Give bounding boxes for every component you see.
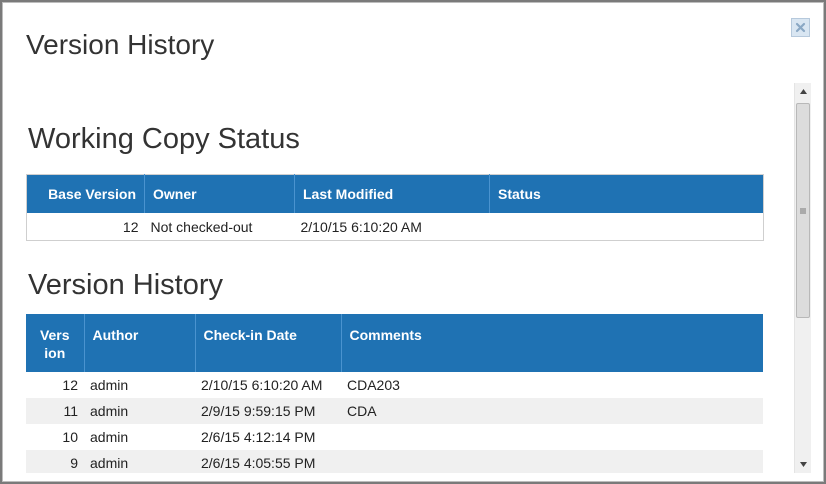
table-row[interactable]: 12 Not checked-out 2/10/15 6:10:20 AM — [27, 213, 764, 241]
close-button[interactable] — [791, 18, 810, 37]
cell-base-version: 12 — [122, 218, 139, 235]
arrow-down-icon — [800, 462, 807, 467]
working-copy-table: Base Version Owner Last Modified Status … — [26, 174, 764, 241]
vertical-scrollbar[interactable] — [794, 83, 811, 473]
cell-version: 9 — [26, 450, 84, 473]
scroll-up-button[interactable] — [795, 83, 812, 100]
arrow-up-icon — [800, 89, 807, 94]
working-copy-title: Working Copy Status — [28, 123, 300, 155]
column-header-check-in-date[interactable]: Check-in Date — [194, 314, 341, 372]
column-header-comments[interactable]: Comments — [340, 314, 763, 372]
table-header-row: Version Author Check-in Date Comments — [26, 314, 763, 372]
close-icon — [795, 22, 806, 33]
column-header-version[interactable]: Version — [26, 314, 84, 372]
dialog-content[interactable]: Working Copy Status Base Version Owner L… — [3, 83, 789, 473]
version-history-dialog: Version History Working Copy Status Base… — [2, 2, 824, 482]
column-header-status[interactable]: Status — [489, 174, 764, 213]
scroll-down-button[interactable] — [795, 456, 812, 473]
table-row[interactable]: 11 admin 2/9/15 9:59:15 PM CDA — [26, 398, 763, 424]
grip-icon — [800, 208, 806, 213]
cell-version: 10 — [62, 429, 78, 445]
column-header-base-version[interactable]: Base Version — [26, 174, 145, 213]
version-history-table: Version Author Check-in Date Comments 12… — [26, 314, 763, 473]
cell-author: admin — [90, 429, 129, 445]
cell-comments: CDA203 — [347, 377, 400, 393]
table-row[interactable]: 9 admin 2/6/15 4:05:55 PM — [26, 450, 763, 473]
column-header-last-modified[interactable]: Last Modified — [294, 174, 490, 213]
cell-version: 12 — [62, 377, 78, 393]
cell-owner: Not checked-out — [150, 218, 253, 235]
table-row[interactable]: 12 admin 2/10/15 6:10:20 AM CDA203 — [26, 372, 763, 398]
cell-comments: CDA — [341, 398, 763, 424]
table-row[interactable]: 10 admin 2/6/15 4:12:14 PM — [26, 424, 763, 450]
column-header-version-label: Version — [39, 327, 70, 361]
cell-check-in-date: 2/10/15 6:10:20 AM — [201, 377, 323, 393]
scroll-thumb[interactable] — [796, 103, 810, 318]
cell-check-in-date: 2/6/15 4:12:14 PM — [201, 429, 316, 445]
cell-author: admin — [90, 377, 129, 393]
cell-author: admin — [84, 450, 195, 473]
dialog-title: Version History — [26, 29, 215, 60]
cell-check-in-date: 2/9/15 9:59:15 PM — [195, 398, 341, 424]
version-history-title: Version History — [28, 269, 224, 301]
cell-author: admin — [84, 398, 195, 424]
cell-comments — [341, 424, 763, 450]
column-header-owner[interactable]: Owner — [144, 174, 295, 213]
cell-last-modified: 2/10/15 6:10:20 AM — [300, 218, 422, 235]
table-header-row: Base Version Owner Last Modified Status — [26, 174, 764, 213]
column-header-author[interactable]: Author — [83, 314, 195, 372]
cell-comments — [341, 450, 763, 473]
cell-check-in-date: 2/6/15 4:05:55 PM — [195, 450, 341, 473]
cell-status — [490, 213, 764, 241]
cell-version: 11 — [26, 398, 84, 424]
